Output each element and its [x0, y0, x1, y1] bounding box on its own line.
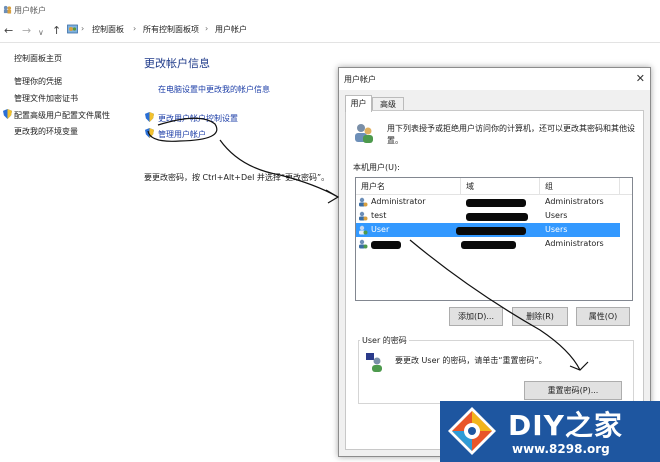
user-icon	[359, 197, 368, 207]
shield-icon	[145, 112, 154, 122]
remove-button[interactable]: 删除(R)	[512, 307, 568, 326]
row-username: Administrator	[371, 197, 426, 206]
row-username: test	[371, 211, 387, 220]
watermark-brand: DIY之家	[508, 409, 623, 442]
table-row[interactable]: Administrators	[356, 237, 620, 251]
close-icon[interactable]: ✕	[636, 72, 645, 85]
watermark: DIY之家 www.8298.org	[440, 401, 660, 462]
window-title: 用户帐户	[14, 6, 46, 15]
dialog-title: 用户帐户	[344, 75, 376, 84]
watermark-url: www.8298.org	[512, 442, 610, 456]
tab-advanced[interactable]: 高级	[372, 97, 404, 111]
dialog-description: 用下列表授予或拒绝用户访问你的计算机，还可以更改其密码和其他设置。	[387, 124, 635, 145]
password-instructions: 要更改 User 的密码，请单击“重置密码”。	[395, 356, 547, 365]
column-header-username[interactable]: 用户名	[361, 181, 385, 192]
reset-password-button[interactable]: 重置密码(P)...	[524, 381, 622, 400]
table-row[interactable]: Administrator Administrators	[356, 195, 620, 209]
dialog-titlebar: 用户帐户 ✕	[339, 68, 650, 90]
diy-logo-icon	[448, 407, 496, 455]
row-username: User	[371, 225, 390, 234]
users-icon	[3, 5, 12, 14]
table-row[interactable]: test Users	[356, 209, 620, 223]
window-titlebar: 用户帐户	[0, 0, 660, 20]
redacted-domain	[466, 199, 526, 207]
redacted-domain	[461, 241, 516, 249]
user-icon	[359, 225, 368, 235]
users-listview[interactable]: 用户名 域 组 Administrator Administrators tes…	[355, 177, 633, 301]
pc-settings-link[interactable]: 在电脑设置中更改我的帐户信息	[158, 84, 270, 95]
sidebar-home-link[interactable]: 控制面板主页	[14, 53, 62, 64]
password-hint: 要更改密码，按 Ctrl+Alt+Del 并选择“更改密码”。	[144, 173, 330, 182]
breadcrumb-all-items[interactable]: 所有控制面板项	[143, 24, 199, 35]
breadcrumb-separator: ›	[133, 24, 137, 33]
uac-settings-link[interactable]: 更改用户帐户控制设置	[158, 113, 238, 124]
row-group: Users	[545, 225, 568, 234]
row-group: Users	[545, 211, 568, 220]
redacted-domain	[466, 213, 528, 221]
control-panel-icon	[67, 24, 78, 34]
manage-accounts-link[interactable]: 管理用户帐户	[158, 129, 206, 140]
add-button[interactable]: 添加(D)...	[449, 307, 503, 326]
local-users-label: 本机用户(U):	[353, 163, 400, 172]
up-arrow-icon[interactable]: ↑	[52, 24, 61, 37]
properties-button[interactable]: 属性(O)	[576, 307, 630, 326]
list-header: 用户名 域 组	[356, 178, 632, 195]
sidebar-item-credentials[interactable]: 管理你的凭据	[14, 76, 62, 87]
tab-users[interactable]: 用户	[345, 95, 372, 112]
table-row-selected[interactable]: User Users	[356, 223, 620, 237]
user-key-icon	[366, 353, 382, 372]
user-icon	[359, 239, 368, 249]
forward-arrow-icon[interactable]: →	[22, 24, 31, 37]
shield-icon	[145, 128, 154, 138]
breadcrumb-separator: ›	[81, 24, 85, 33]
users-icon	[355, 124, 373, 143]
chevron-down-icon[interactable]: ∨	[38, 26, 44, 39]
sidebar-item-advanced-profile[interactable]: 配置高级用户配置文件属性	[14, 110, 110, 121]
row-group: Administrators	[545, 197, 604, 206]
page-heading: 更改帐户信息	[144, 57, 210, 70]
sidebar-item-encryption-certs[interactable]: 管理文件加密证书	[14, 93, 78, 104]
back-arrow-icon[interactable]: ←	[4, 24, 13, 37]
column-header-group[interactable]: 组	[545, 181, 553, 192]
row-group: Administrators	[545, 239, 604, 248]
redacted-domain	[456, 227, 526, 235]
shield-icon	[3, 109, 12, 119]
breadcrumb-control-panel[interactable]: 控制面板	[92, 24, 124, 35]
password-group-label: User 的密码	[360, 335, 409, 346]
arrowhead-annotation	[325, 189, 340, 204]
redacted-username	[371, 241, 401, 249]
column-header-domain[interactable]: 域	[466, 181, 474, 192]
breadcrumb-separator: ›	[205, 24, 209, 33]
user-icon	[359, 211, 368, 221]
sidebar-item-env-variables[interactable]: 更改我的环境变量	[14, 126, 78, 137]
breadcrumb-user-accounts[interactable]: 用户帐户	[215, 24, 247, 35]
arrow-annotation	[219, 139, 339, 198]
